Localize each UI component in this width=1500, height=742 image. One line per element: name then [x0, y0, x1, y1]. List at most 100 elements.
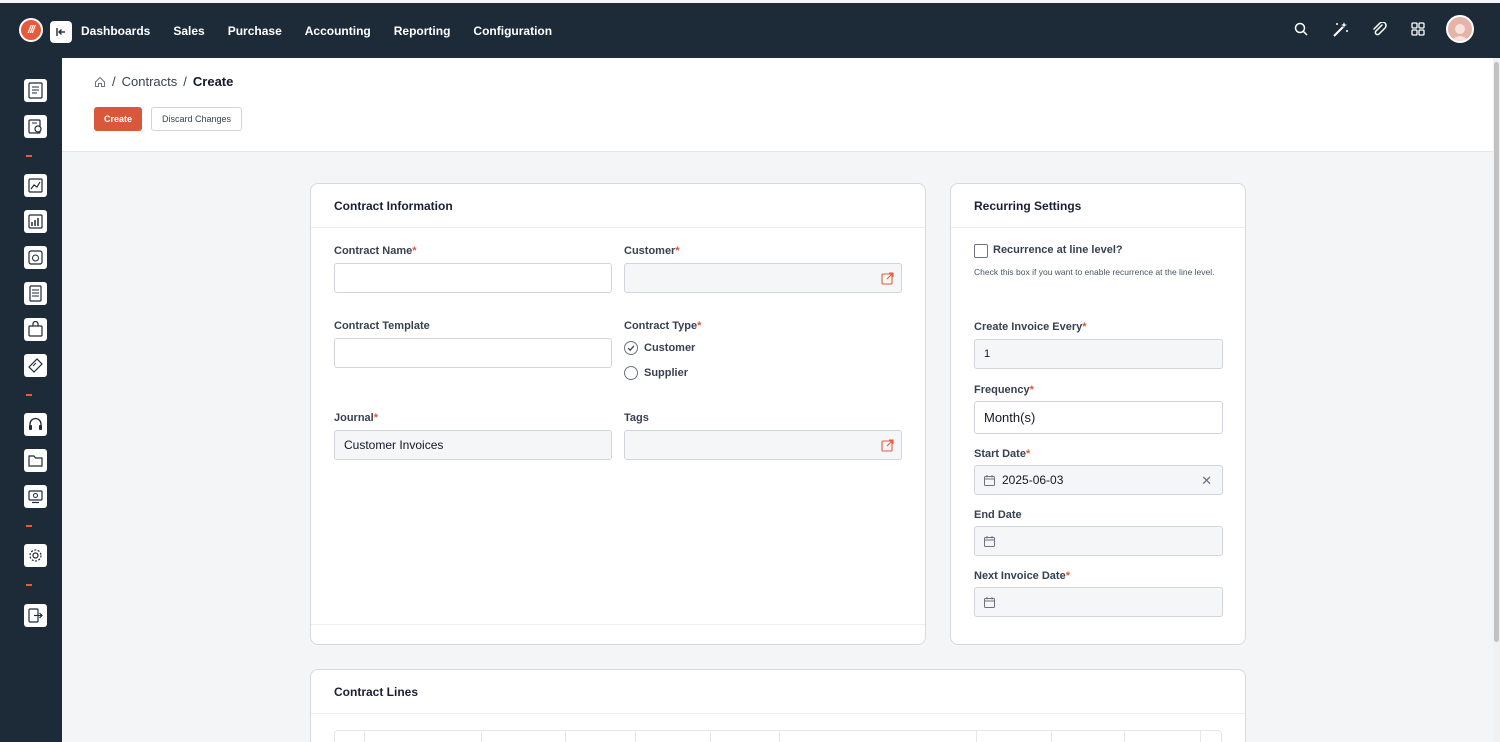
invoice-every-input[interactable]: 1: [974, 339, 1223, 369]
contract-lines-table-header: [334, 730, 1222, 742]
start-date-value: 2025-06-03: [1002, 473, 1064, 487]
sidebar-separator: [26, 155, 32, 157]
start-date-input[interactable]: 2025-06-03 ✕: [974, 465, 1223, 495]
sidebar-item-logout[interactable]: [24, 604, 47, 627]
card-divider: [311, 713, 1245, 714]
sidebar-item-purchase[interactable]: [24, 318, 47, 341]
sidebar-separator: [26, 584, 32, 586]
recurring-settings-title: Recurring Settings: [974, 199, 1082, 213]
required-marker: *: [1025, 448, 1031, 460]
contract-type-supplier-radio[interactable]: Supplier: [624, 366, 688, 380]
settings-icon: [29, 549, 42, 562]
app-logo[interactable]: ///: [19, 18, 43, 42]
column-divider: [565, 731, 566, 742]
frequency-label: Frequency*: [974, 384, 1034, 396]
recurring-settings-card: Recurring Settings Recurrence at line le…: [950, 183, 1246, 645]
column-divider: [710, 731, 711, 742]
column-divider: [976, 731, 977, 742]
journal-label-text: Journal: [334, 412, 374, 424]
create-button[interactable]: Create: [94, 107, 143, 131]
nav-sales[interactable]: Sales: [173, 24, 204, 38]
end-date-input[interactable]: [974, 526, 1223, 556]
column-divider: [481, 731, 482, 742]
sidebar-item-sales[interactable]: [24, 174, 47, 197]
contract-template-label: Contract Template: [334, 320, 430, 332]
card-footer-divider: [311, 624, 925, 625]
column-divider: [364, 731, 365, 742]
sidebar-collapse-button[interactable]: [50, 21, 72, 43]
external-link-icon[interactable]: [881, 439, 894, 452]
support-icon: [29, 417, 42, 430]
recurrence-line-level-checkbox[interactable]: [974, 244, 988, 258]
sidebar-item-document[interactable]: [24, 282, 47, 305]
nav-configuration[interactable]: Configuration: [473, 24, 552, 38]
end-date-label: End Date: [974, 509, 1022, 521]
card-divider: [311, 227, 925, 228]
apps-grid-icon[interactable]: [1407, 18, 1429, 40]
contract-type-customer-label: Customer: [644, 342, 696, 354]
recurrence-help-text: Check this box if you want to enable rec…: [974, 267, 1215, 277]
breadcrumb-contracts[interactable]: Contracts: [122, 74, 178, 89]
sidebar-item-folder[interactable]: [24, 449, 47, 472]
scrollbar-thumb[interactable]: [1494, 62, 1499, 642]
tags-label: Tags: [624, 412, 649, 424]
home-icon[interactable]: [94, 76, 106, 88]
customer-input[interactable]: [624, 263, 902, 293]
clear-date-icon[interactable]: ✕: [1201, 473, 1212, 489]
search-icon[interactable]: [1290, 18, 1312, 40]
nav-reporting[interactable]: Reporting: [394, 24, 451, 38]
breadcrumb-current: Create: [192, 74, 234, 89]
external-link-icon[interactable]: [881, 272, 894, 285]
card-divider: [951, 227, 1245, 228]
contract-type-supplier-label: Supplier: [644, 367, 689, 379]
logout-icon: [28, 608, 43, 623]
magic-wand-icon[interactable]: [1329, 18, 1351, 40]
required-marker: *: [697, 320, 702, 332]
report-icon: [28, 119, 42, 134]
breadcrumb: / Contracts / Create: [94, 74, 233, 89]
column-divider: [635, 731, 636, 742]
paperclip-icon[interactable]: [1368, 18, 1390, 40]
discard-changes-button[interactable]: Discard Changes: [151, 107, 243, 131]
next-invoice-date-input[interactable]: [974, 587, 1223, 617]
sidebar-item-chart[interactable]: [24, 210, 47, 233]
sidebar-item-dashboard[interactable]: [24, 79, 47, 102]
required-marker: *: [675, 245, 680, 257]
contract-template-input[interactable]: [334, 338, 612, 368]
tags-input[interactable]: [624, 430, 902, 460]
user-silhouette-icon: [1451, 24, 1469, 41]
contract-type-label: Contract Type*: [624, 320, 701, 332]
contract-name-input[interactable]: [334, 263, 612, 293]
sidebar-item-support[interactable]: [24, 413, 47, 436]
sidebar-item-report[interactable]: [24, 115, 47, 138]
nav-accounting[interactable]: Accounting: [305, 24, 371, 38]
frequency-select[interactable]: Month(s): [974, 401, 1223, 434]
sales-icon: [28, 178, 43, 193]
calendar-icon: [984, 474, 995, 486]
calendar-icon: [984, 535, 995, 547]
sidebar-item-invoice[interactable]: [24, 246, 47, 269]
next-invoice-date-label-text: Next Invoice Date: [974, 570, 1066, 582]
collapse-left-icon: [56, 28, 65, 36]
contract-lines-card: Contract Lines: [310, 669, 1246, 742]
journal-input[interactable]: Customer Invoices: [334, 430, 612, 460]
chart-icon: [28, 214, 43, 229]
contract-name-label-text: Contract Name: [334, 245, 413, 257]
purchase-icon: [28, 321, 43, 337]
sidebar-item-monitor[interactable]: [24, 485, 47, 508]
user-avatar[interactable]: [1446, 15, 1474, 43]
folder-icon: [28, 455, 43, 467]
sidebar-item-settings[interactable]: [24, 544, 47, 567]
required-marker: *: [1082, 321, 1087, 333]
invoice-every-label-text: Create Invoice Every: [974, 321, 1083, 333]
left-sidebar: [0, 58, 62, 742]
start-date-label-text: Start Date: [974, 448, 1026, 460]
required-marker: *: [1065, 570, 1070, 582]
nav-purchase[interactable]: Purchase: [228, 24, 282, 38]
contract-type-customer-radio[interactable]: Customer: [624, 341, 695, 355]
nav-dashboards[interactable]: Dashboards: [81, 24, 150, 38]
sidebar-separator: [26, 525, 32, 527]
invoice-icon: [28, 250, 43, 265]
page-scrollbar[interactable]: [1493, 58, 1500, 742]
sidebar-item-ticket[interactable]: [24, 354, 47, 377]
